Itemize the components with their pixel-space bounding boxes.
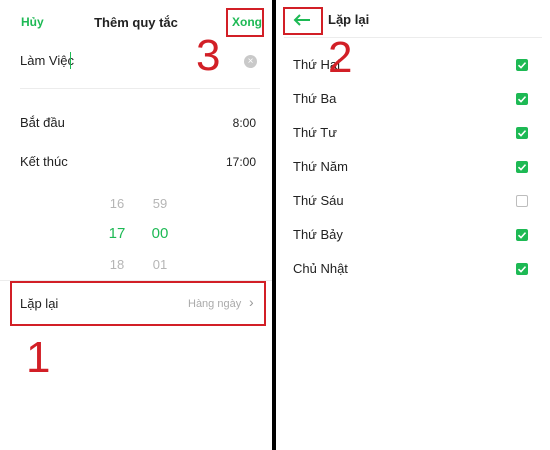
picker-minute-selected[interactable]: 00	[145, 225, 175, 242]
annotation-number-one: 1	[26, 333, 51, 382]
checkmark-icon	[517, 62, 527, 69]
day-label: Thứ Tư	[293, 125, 337, 140]
day-label: Thứ Bảy	[293, 227, 343, 242]
rule-name-input[interactable]: Làm Việc	[20, 53, 74, 68]
checkmark-icon	[517, 232, 527, 239]
day-checkbox[interactable]	[516, 93, 528, 105]
repeat-days-panel: Lặp lại Thứ Hai Thứ Ba Thứ Tư Thứ Năm Thứ Sá…	[276, 0, 550, 450]
repeat-title: Lặp lại	[328, 12, 370, 27]
checkmark-icon	[517, 266, 527, 273]
picker-hour-prev[interactable]: 16	[102, 196, 132, 211]
day-checkbox[interactable]	[516, 195, 528, 207]
day-checkbox[interactable]	[516, 229, 528, 241]
cancel-button[interactable]: Hủy	[21, 15, 44, 29]
checkmark-icon	[517, 164, 527, 171]
day-checkbox[interactable]	[516, 127, 528, 139]
day-checkbox[interactable]	[516, 263, 528, 275]
picker-hour-next[interactable]: 18	[102, 257, 132, 272]
start-time-label: Bắt đầu	[20, 115, 65, 130]
day-checkbox[interactable]	[516, 59, 528, 71]
text-cursor	[70, 52, 71, 69]
day-label: Thứ Sáu	[293, 193, 344, 208]
divider	[20, 88, 260, 89]
day-label: Thứ Ba	[293, 91, 337, 106]
clear-icon[interactable]: ×	[244, 55, 257, 68]
day-label: Thứ Năm	[293, 159, 348, 174]
checkmark-icon	[517, 130, 527, 137]
day-checkbox[interactable]	[516, 161, 528, 173]
divider	[284, 37, 542, 38]
end-time-label: Kết thúc	[20, 154, 68, 169]
day-label: Chủ Nhật	[293, 261, 348, 276]
picker-minute-prev[interactable]: 59	[145, 196, 175, 211]
add-rule-panel: Thêm quy tắc Hủy Xong 3 Làm Việc × Bắt đ…	[0, 0, 272, 450]
picker-minute-next[interactable]: 01	[145, 257, 175, 272]
checkmark-icon	[517, 96, 527, 103]
back-highlight-box	[283, 7, 323, 35]
repeat-highlight-box	[10, 281, 266, 326]
picker-hour-selected[interactable]: 17	[102, 225, 132, 242]
done-highlight-box	[226, 8, 264, 37]
annotation-number-two: 2	[328, 33, 353, 82]
annotation-number-three: 3	[196, 31, 221, 80]
start-time-value[interactable]: 8:00	[233, 116, 256, 130]
end-time-value[interactable]: 17:00	[226, 155, 256, 169]
